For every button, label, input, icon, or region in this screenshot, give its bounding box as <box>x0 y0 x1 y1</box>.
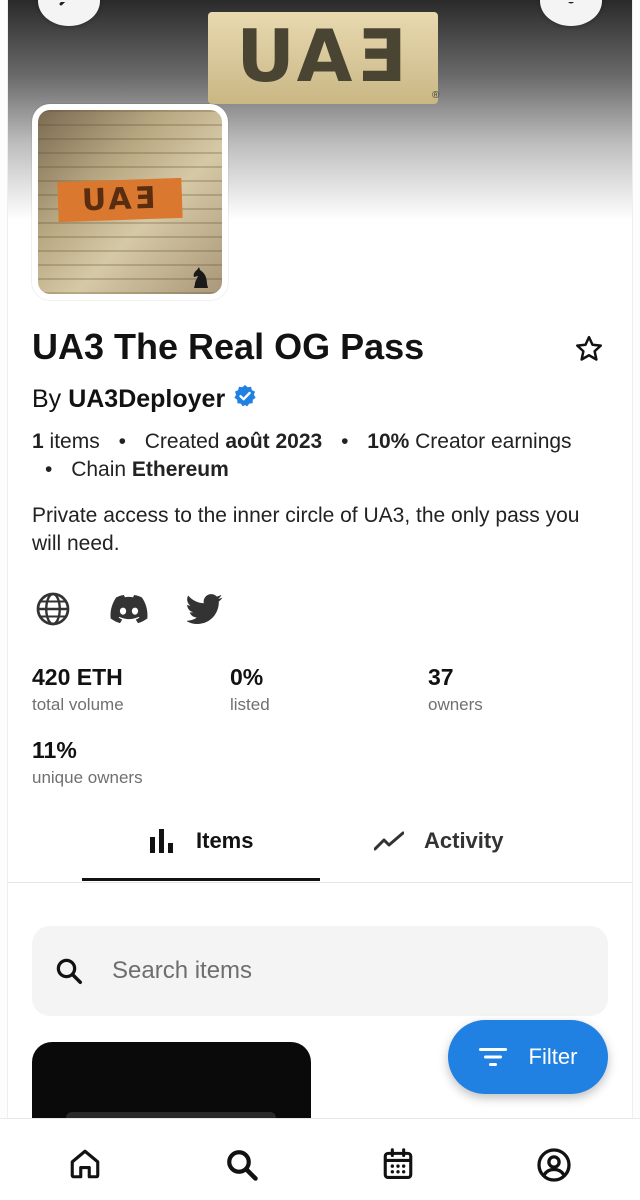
collection-title: UA3 The Real OG Pass <box>32 326 425 367</box>
star-icon <box>576 335 602 361</box>
left-edge <box>0 0 8 1118</box>
search-input[interactable] <box>112 957 532 985</box>
search-icon <box>54 956 84 986</box>
verified-badge-icon <box>233 384 257 415</box>
website-link[interactable] <box>34 590 72 628</box>
bottom-navigation <box>0 1118 640 1200</box>
search-icon <box>227 1150 258 1181</box>
stat-label: unique owners <box>32 768 143 787</box>
home-icon <box>70 1149 100 1179</box>
filter-button[interactable]: Filter <box>448 1020 608 1094</box>
banner-registered-mark: ® <box>432 90 440 101</box>
stat-value: 11% <box>32 737 77 763</box>
favorite-button[interactable] <box>574 334 604 369</box>
collection-avatar: UAƎ <box>32 104 228 300</box>
globe-icon <box>36 592 70 626</box>
avatar-image: UAƎ <box>38 110 222 294</box>
calendar-icon <box>383 1148 413 1180</box>
items-label: items <box>49 430 100 453</box>
share-icon <box>568 2 574 4</box>
collection-description: Private access to the inner circle of UA… <box>32 504 580 555</box>
earnings-value: 10% <box>367 430 410 453</box>
earnings-label: Creator earnings <box>415 430 572 453</box>
tab-activity[interactable]: Activity <box>374 828 503 854</box>
created-label: Created <box>144 430 220 453</box>
byline: By UA3Deployer <box>32 384 257 415</box>
bar-chart-icon <box>150 829 173 853</box>
stat-value: 420 ETH <box>32 664 123 690</box>
items-count: 1 <box>32 430 44 453</box>
stat-value: 37 <box>428 664 454 690</box>
search-bar[interactable] <box>32 926 608 1016</box>
created-value: août 2023 <box>225 430 323 453</box>
discord-link[interactable] <box>110 590 148 628</box>
stat-owners: 37 owners <box>428 664 483 715</box>
twitter-icon <box>187 594 223 624</box>
stat-label: total volume <box>32 695 124 714</box>
profile-icon <box>537 1148 571 1182</box>
tab-divider <box>8 882 632 883</box>
meta-separator: • <box>45 458 53 481</box>
banner-logo-text: UAƎ <box>236 14 410 98</box>
knight-icon <box>193 267 208 288</box>
chain-value: Ethereum <box>131 458 229 481</box>
stat-label: listed <box>230 695 270 714</box>
tab-label: Activity <box>424 828 504 853</box>
avatar-graffiti-text: UAƎ <box>81 180 159 219</box>
banner-logo: UAƎ <box>208 12 438 104</box>
trend-line-icon <box>374 831 404 851</box>
stat-listed: 0% listed <box>230 664 270 715</box>
chain-label: Chain <box>71 458 127 481</box>
creator-link[interactable]: UA3Deployer <box>68 385 225 414</box>
filter-label: Filter <box>528 1044 578 1069</box>
stat-unique-owners: 11% unique owners <box>32 737 143 788</box>
stat-label: owners <box>428 695 483 714</box>
filter-icon <box>478 1048 507 1066</box>
nav-home[interactable] <box>68 1147 102 1181</box>
meta-separator: • <box>118 430 126 453</box>
by-label: By <box>32 385 62 413</box>
collection-meta: 1 items • Created août 2023 • 10% Creato… <box>32 428 592 484</box>
tab-label: Items <box>196 828 254 853</box>
nav-calendar[interactable] <box>381 1147 415 1181</box>
avatar-graffiti: UAƎ <box>57 177 183 223</box>
stat-total-volume: 420 ETH total volume <box>32 664 124 715</box>
twitter-link[interactable] <box>186 590 224 628</box>
discord-icon <box>110 595 148 624</box>
social-links <box>34 590 262 628</box>
meta-separator: • <box>341 430 349 453</box>
nav-profile[interactable] <box>536 1147 572 1183</box>
tab-items[interactable]: Items <box>150 828 253 854</box>
active-tab-indicator <box>82 878 320 881</box>
stat-value: 0% <box>230 664 264 690</box>
nav-search[interactable] <box>224 1147 260 1183</box>
right-edge <box>632 0 640 1118</box>
back-arrow-icon <box>59 2 66 6</box>
